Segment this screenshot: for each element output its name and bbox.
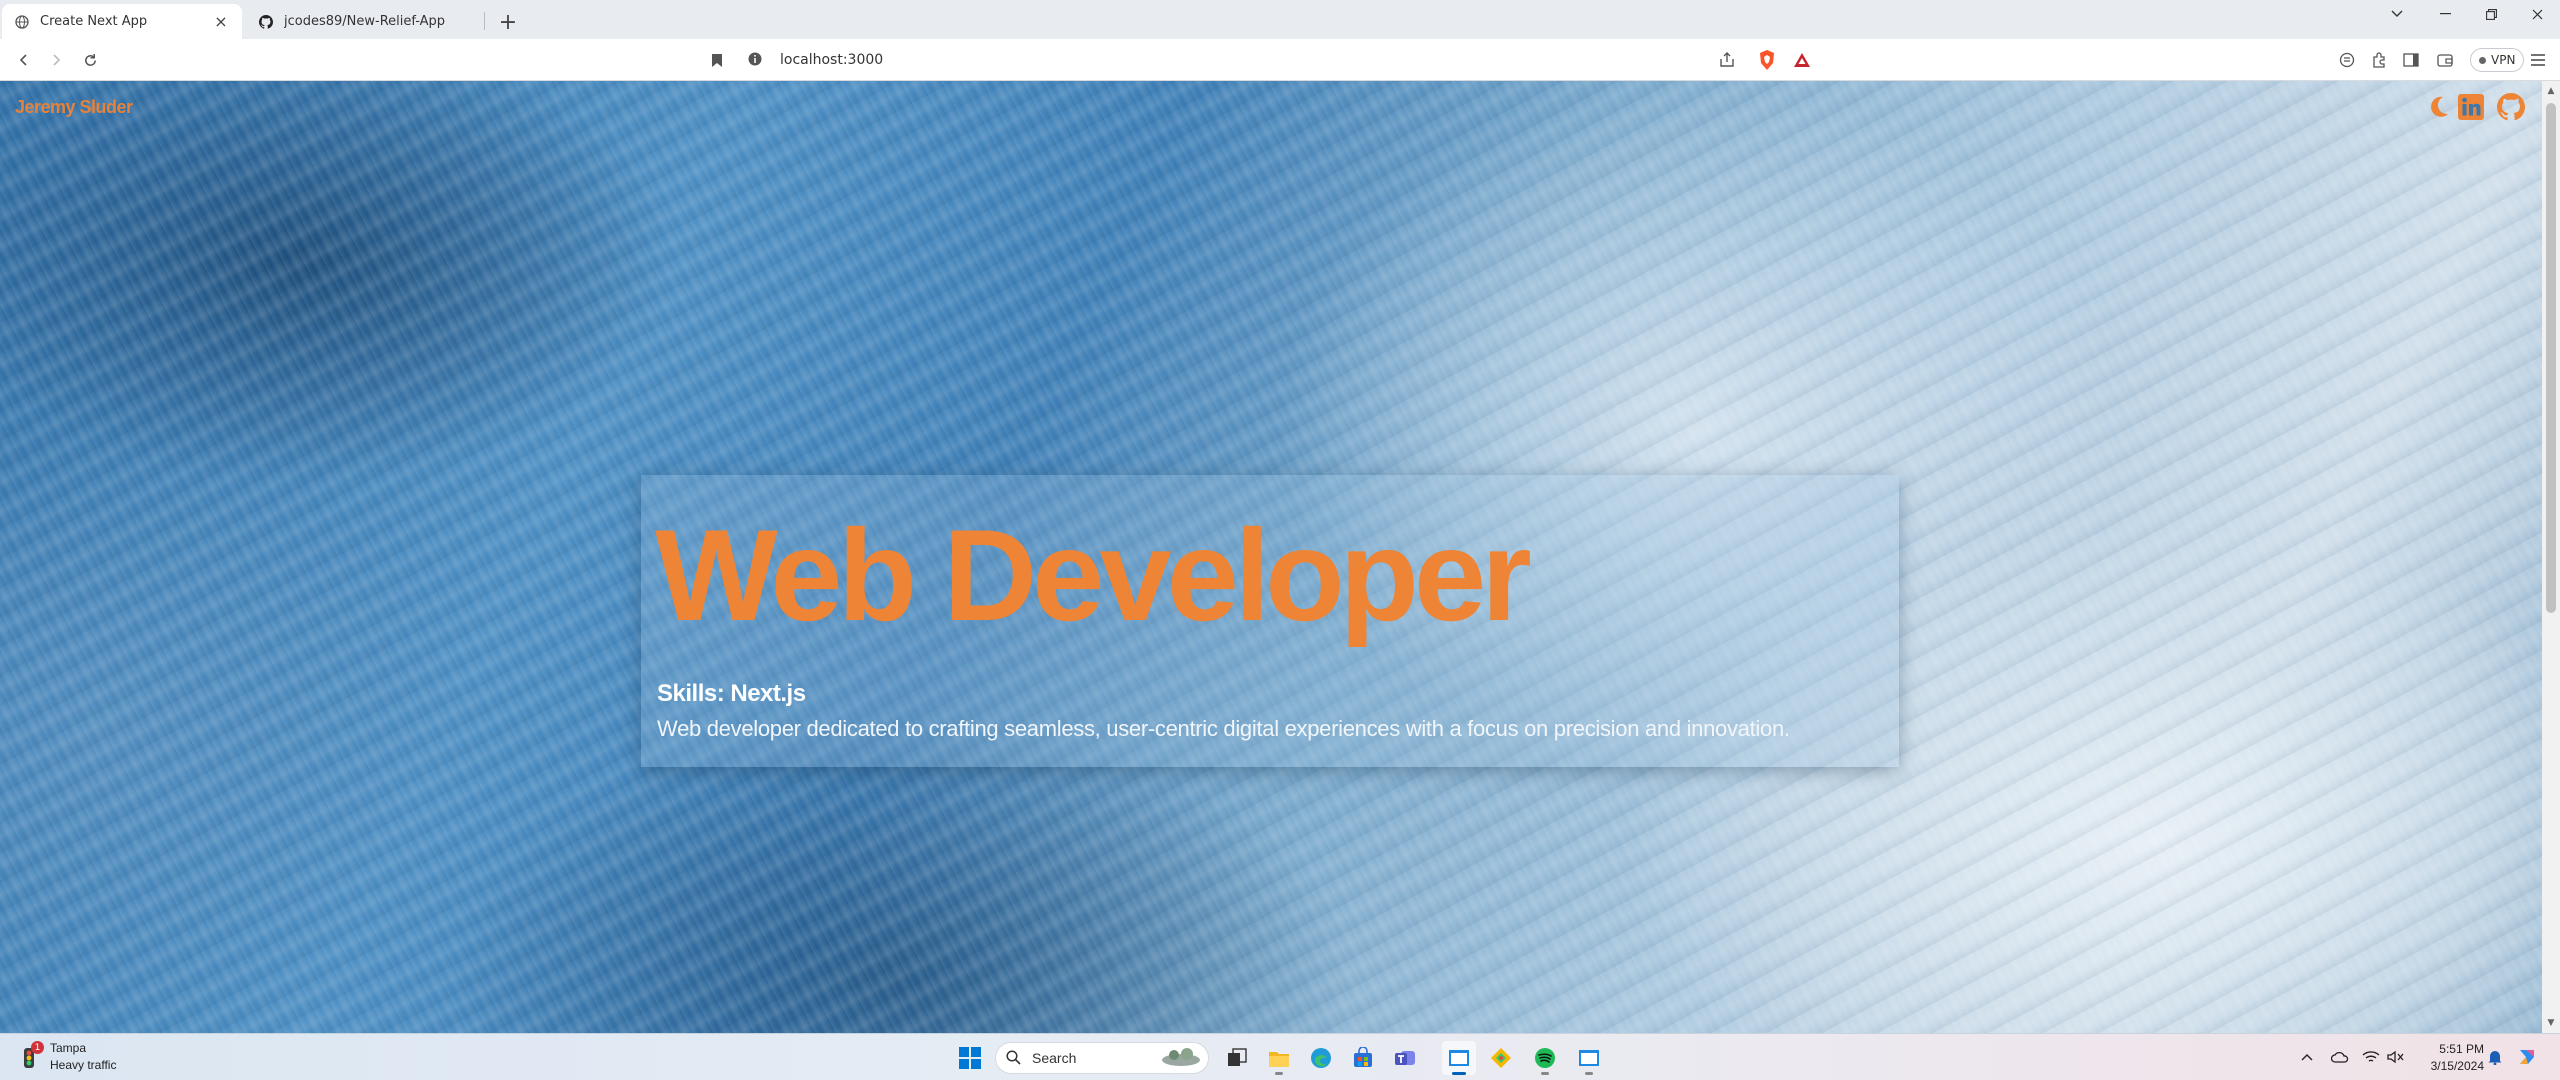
reader-mode-icon[interactable] (2335, 48, 2359, 72)
browser-toolbar: localhost:3000 VPN (0, 39, 2560, 81)
scrollbar-thumb[interactable] (2546, 103, 2556, 613)
tab-github-repo[interactable]: jcodes89/New-Relief-App (246, 4, 482, 39)
new-tab-button[interactable]: + (494, 8, 522, 36)
hero-card: Web Developer Skills: Next.js Web develo… (641, 475, 1899, 767)
volume-muted-icon[interactable] (2385, 1046, 2407, 1068)
wifi-icon[interactable] (2360, 1046, 2382, 1068)
tab-search-icon[interactable] (2374, 0, 2420, 28)
clock-date: 3/15/2024 (2430, 1059, 2484, 1073)
vscode-window-icon[interactable] (1442, 1041, 1476, 1075)
close-window-button[interactable] (2514, 0, 2560, 28)
traffic-icon: 1 (16, 1041, 44, 1070)
moon-icon[interactable] (2424, 92, 2454, 122)
search-icon (1006, 1050, 1022, 1066)
file-explorer-icon[interactable] (1262, 1041, 1296, 1075)
page-viewport: Jeremy Sluder Web Developer Skills: Next… (0, 81, 2542, 1033)
weather-widget[interactable]: 1 Tampa Heavy traffic (16, 1040, 116, 1074)
tab-strip: Create Next App × jcodes89/New-Relief-Ap… (0, 0, 2560, 39)
bookmark-icon[interactable] (705, 48, 729, 72)
weather-status: Heavy traffic (50, 1058, 117, 1072)
tab-divider (484, 12, 485, 30)
brave-rewards-icon[interactable] (1790, 48, 1814, 72)
page-scrollbar[interactable]: ▲ ▼ (2542, 81, 2560, 1033)
search-label: Search (1032, 1050, 1077, 1066)
remote-desktop-icon[interactable] (1572, 1041, 1606, 1075)
github-icon (258, 14, 274, 30)
weather-location: Tampa (50, 1041, 87, 1055)
vpn-status-dot (2479, 56, 2486, 64)
scroll-down-arrow-icon[interactable]: ▼ (2546, 1017, 2556, 1029)
share-icon[interactable] (1715, 48, 1739, 72)
show-hidden-icons-icon[interactable] (2296, 1046, 2318, 1068)
microsoft-store-icon[interactable] (1346, 1041, 1380, 1075)
close-tab-icon[interactable]: × (212, 12, 230, 31)
url-text: localhost:3000 (780, 52, 884, 68)
forward-button[interactable] (44, 48, 68, 72)
back-button[interactable] (12, 48, 36, 72)
linkedin-icon[interactable] (2456, 92, 2486, 122)
tab-title: Create Next App (40, 14, 148, 29)
menu-icon[interactable] (2526, 48, 2550, 72)
reload-button[interactable] (78, 48, 102, 72)
notification-bell-icon[interactable] (2484, 1046, 2506, 1068)
notification-badge: 1 (31, 1041, 44, 1054)
taskbar-search[interactable]: Search (995, 1042, 1209, 1074)
tab-title: jcodes89/New-Relief-App (284, 14, 446, 29)
globe-icon (14, 14, 30, 30)
minimize-button[interactable] (2422, 0, 2468, 28)
system-clock[interactable]: 5:51 PM 3/15/2024 (2420, 1041, 2484, 1075)
github-icon[interactable] (2496, 92, 2526, 122)
task-view-icon[interactable] (1220, 1041, 1254, 1075)
sidebar-icon[interactable] (2399, 48, 2423, 72)
site-info-icon[interactable] (748, 52, 764, 68)
clock-time: 5:51 PM (2439, 1042, 2484, 1056)
teams-icon[interactable] (1388, 1041, 1422, 1075)
site-brand-link[interactable]: Jeremy Sluder (15, 97, 133, 118)
vpn-button[interactable]: VPN (2470, 48, 2525, 72)
brave-shields-icon[interactable] (1755, 48, 1779, 72)
restore-button[interactable] (2468, 0, 2514, 28)
hero-description: Web developer dedicated to crafting seam… (657, 716, 1790, 741)
wallet-icon[interactable] (2433, 48, 2457, 72)
extensions-icon[interactable] (2367, 48, 2391, 72)
copilot-icon[interactable] (2516, 1046, 2538, 1068)
hero-title: Web Developer (655, 502, 1532, 648)
edge-browser-icon[interactable] (1304, 1041, 1338, 1075)
tab-create-next-app[interactable]: Create Next App × (2, 4, 242, 39)
windows-taskbar: 1 Tampa Heavy traffic Search 5:51 PM 3/1… (0, 1033, 2560, 1080)
search-highlight-icon (1160, 1046, 1202, 1071)
start-button[interactable] (953, 1041, 987, 1075)
git-app-icon[interactable] (1484, 1041, 1518, 1075)
spotify-icon[interactable] (1528, 1041, 1562, 1075)
scroll-up-arrow-icon[interactable]: ▲ (2546, 85, 2556, 97)
vpn-label: VPN (2491, 53, 2516, 67)
hero-skills: Skills: Next.js (657, 680, 806, 707)
onedrive-icon[interactable] (2329, 1046, 2351, 1068)
